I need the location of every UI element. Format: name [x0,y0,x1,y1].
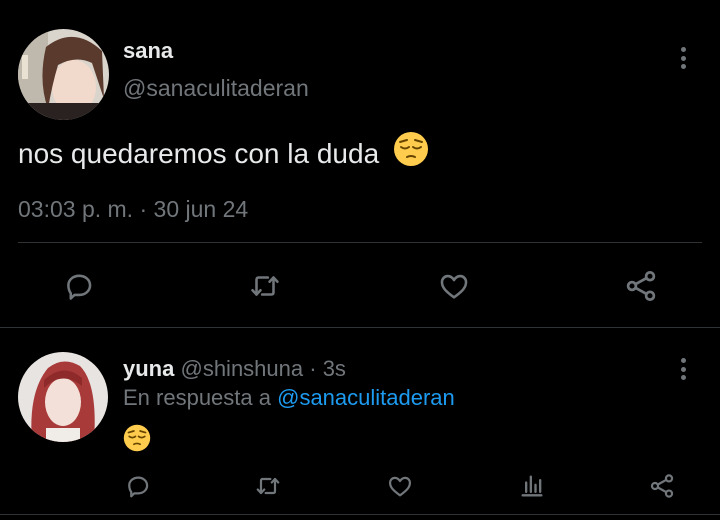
reply-separator: · [303,356,323,381]
more-options-icon[interactable] [679,47,687,69]
reply-author-handle[interactable]: @shinshuna [180,356,303,381]
tweet-text: nos quedaremos con la duda [18,132,429,174]
retweet-button[interactable] [245,266,285,306]
tweet-text-content: nos quedaremos con la duda [18,137,380,169]
reply-button[interactable] [59,266,99,306]
reply-pensive-face-emoji-icon [123,424,151,457]
tweet-date: 30 jun 24 [153,196,249,222]
share-button[interactable] [621,266,661,306]
in-reply-to-mention[interactable]: @sanaculitaderan [277,385,455,410]
reply-icon [128,476,149,498]
reply-retweet-button[interactable] [252,470,284,502]
reply-author-avatar[interactable] [18,352,108,442]
tweet-divider [0,327,720,328]
like-icon [388,476,412,497]
content-divider [18,242,702,243]
author-name[interactable]: sana [123,38,173,64]
reply-divider [0,514,720,515]
pensive-face-emoji-icon [393,131,429,174]
reply-views-button[interactable] [516,470,548,502]
like-icon [440,274,468,299]
like-button[interactable] [434,266,474,306]
reply-age[interactable]: 3s [323,356,346,381]
reply-reply-button[interactable] [122,470,154,502]
retweet-icon [256,477,280,495]
author-handle[interactable]: @sanaculitaderan [123,75,309,102]
reply-header: yuna @shinshuna · 3s [123,356,346,382]
tweet-timestamp[interactable]: 03:03 p. m. · 30 jun 24 [18,196,248,223]
reply-icon [67,274,92,300]
share-icon [650,474,674,498]
views-icon [521,475,543,497]
reply-more-options-icon[interactable] [679,358,687,380]
in-reply-to-prefix: En respuesta a [123,385,278,410]
reply-share-button[interactable] [646,470,678,502]
reply-like-button[interactable] [384,470,416,502]
tweet-time: 03:03 p. m. [18,196,134,222]
share-icon [626,271,656,301]
meta-separator: · [133,196,154,222]
author-avatar[interactable] [18,29,109,120]
in-reply-to: En respuesta a @sanaculitaderan [123,385,455,411]
reply-author-name[interactable]: yuna [123,356,174,381]
retweet-icon [251,276,279,296]
